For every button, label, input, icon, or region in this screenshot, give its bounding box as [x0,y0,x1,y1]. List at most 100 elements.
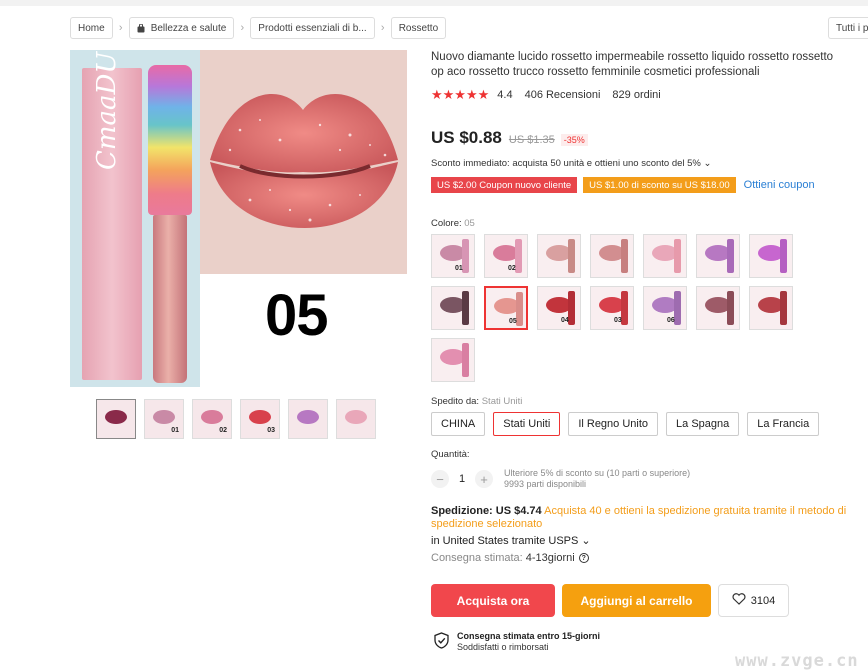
color-swatch[interactable] [643,234,687,278]
tube-body [153,215,187,383]
shade-number: 05 [265,283,329,348]
swatch-tube-image [674,291,681,325]
swatch-tube-image [568,291,575,325]
color-swatch[interactable] [749,286,793,330]
color-swatch[interactable] [537,234,581,278]
estimated-delivery: Consegna stimata: 4-13giorni ? [431,552,589,564]
coupon-discount[interactable]: US $1.00 di sconto su US $18.00 [583,177,736,193]
thumbnail[interactable] [288,399,328,439]
guarantee-text: Consegna stimata entro 15-giorni Soddisf… [457,631,600,653]
product-title: Nuovo diamante lucido rossetto impermeab… [431,51,834,78]
breadcrumb-home-label: Home [78,22,105,34]
color-swatch[interactable] [696,234,740,278]
color-swatch[interactable]: 01 [431,234,475,278]
breadcrumb-item-lipstick[interactable]: Rossetto [390,17,447,39]
quantity-info: Ulteriore 5% di sconto su (10 parti o su… [504,468,690,490]
color-swatch[interactable] [431,338,475,382]
breadcrumb-item-essentials[interactable]: Prodotti essenziali di b... [250,17,375,39]
breadcrumb-home[interactable]: Home [70,17,113,39]
ship-from-option[interactable]: La Francia [747,412,820,436]
instant-discount-text: Sconto immediato: acquista 50 unità e ot… [431,158,701,169]
color-swatch[interactable]: 03 [590,286,634,330]
swatch-number: 01 [455,265,463,272]
breadcrumb-item-label: Prodotti essenziali di b... [258,22,367,34]
breadcrumb-item-beauty[interactable]: Bellezza e salute [128,17,235,39]
glitter-lips-photo [200,50,407,274]
instant-discount[interactable]: Sconto immediato: acquista 50 unità e ot… [431,158,711,169]
ship-from-option[interactable]: CHINA [431,412,486,436]
price-row: US $0.88 US $1.35 -35% [431,128,588,148]
get-coupon-link[interactable]: Ottieni coupon [744,179,815,191]
bulk-discount-note: Ulteriore 5% di sconto su (10 parti o su… [504,468,691,478]
quantity-value[interactable]: 1 [449,473,475,485]
color-swatch[interactable]: 06 [643,286,687,330]
swatch-tube-image [462,291,469,325]
orders-count: 829 ordini [612,89,661,101]
breadcrumb-separator: › [118,22,123,34]
quantity-stepper: − 1 + Ulteriore 5% di sconto su (10 part… [431,468,690,490]
color-swatch[interactable]: 02 [484,234,528,278]
color-swatch[interactable] [749,234,793,278]
breadcrumb: Home › Bellezza e salute › Prodotti esse… [70,17,447,39]
thumbnail[interactable]: 01 [144,399,184,439]
thumbnail-label: 03 [267,427,275,434]
thumbnail[interactable] [336,399,376,439]
wishlist-button[interactable]: 3104 [718,584,789,617]
breadcrumb-separator: › [240,22,245,34]
coupon-label: US $1.00 di sconto su US $18.00 [589,179,730,191]
color-swatch[interactable]: 05 [484,286,528,330]
product-main-image[interactable]: CmaaDU 05 [70,50,407,387]
thumbnail[interactable]: 03 [240,399,280,439]
watermark: www.zvge.cn [735,651,859,671]
breadcrumb-separator: › [380,22,385,34]
swatch-tube-image [462,343,469,377]
quantity-decrease-button[interactable]: − [431,470,449,488]
current-price: US $0.88 [431,128,502,147]
thumbnail-label: 01 [171,427,179,434]
ship-from-option[interactable]: La Spagna [666,412,740,436]
swatch-tube-image [568,239,575,273]
chevron-down-icon: ⌄ [581,535,591,547]
shopping-bag-icon [137,23,145,33]
shipping-info: Spedizione: US $4.74 Acquista 40 e ottie… [431,505,851,531]
color-swatch[interactable] [590,234,634,278]
color-swatches: 01 02 05 04 03 06 [431,234,801,382]
color-swatch[interactable] [431,286,475,330]
eta-value: 4-13giorni [525,552,575,564]
ship-from-option[interactable]: Il Regno Unito [568,412,659,436]
guarantee-line1: Consegna stimata entro 15-giorni [457,631,601,641]
quantity-increase-button[interactable]: + [475,470,493,488]
ship-from-options: CHINA Stati Uniti Il Regno Unito La Spagna L… [431,412,820,436]
help-icon[interactable]: ? [578,553,589,563]
add-to-cart-button[interactable]: Aggiungi al carrello [562,584,711,617]
quantity-label: Quantità: [431,449,470,460]
top-strip [0,0,868,6]
color-swatch[interactable] [696,286,740,330]
shipping-method[interactable]: in United States tramite USPS ⌄ [431,534,591,547]
shipping-cost: US $4.74 [495,505,542,517]
lipstick-tube [148,65,192,385]
color-swatch[interactable]: 04 [537,286,581,330]
box-brand-text: CmaaDU [92,51,122,170]
swatch-tube-image [515,239,522,273]
guarantee-line2: Soddisfatti o rimborsati [457,642,549,652]
all-categories-button[interactable]: Tutti i p [828,17,868,39]
thumbnail[interactable]: 02 [192,399,232,439]
chevron-down-icon: ⌄ [703,158,712,169]
color-label-row: Colore: 05 [431,218,475,229]
swatch-number: 04 [561,317,569,324]
reviews-link[interactable]: 406 Recensioni [525,89,601,101]
original-price: US $1.35 [508,134,555,146]
thumbnail[interactable] [96,399,136,439]
swatch-tube-image [674,239,681,273]
color-value: 05 [464,218,475,229]
ship-from-value: Stati Uniti [481,396,523,407]
ship-from-option[interactable]: Stati Uniti [493,412,561,436]
buy-now-button[interactable]: Acquista ora [431,584,555,617]
thumbnail-strip: 01 02 03 [96,399,376,439]
coupon-label: US $2.00 Coupon nuovo cliente [437,179,572,191]
coupon-new-customer[interactable]: US $2.00 Coupon nuovo cliente [431,177,578,193]
breadcrumb-item-label: Rossetto [398,22,439,34]
swatch-tube-image [516,292,523,326]
rating-row: ★★★★★ 4.4 406 Recensioni 829 ordini [431,87,661,103]
